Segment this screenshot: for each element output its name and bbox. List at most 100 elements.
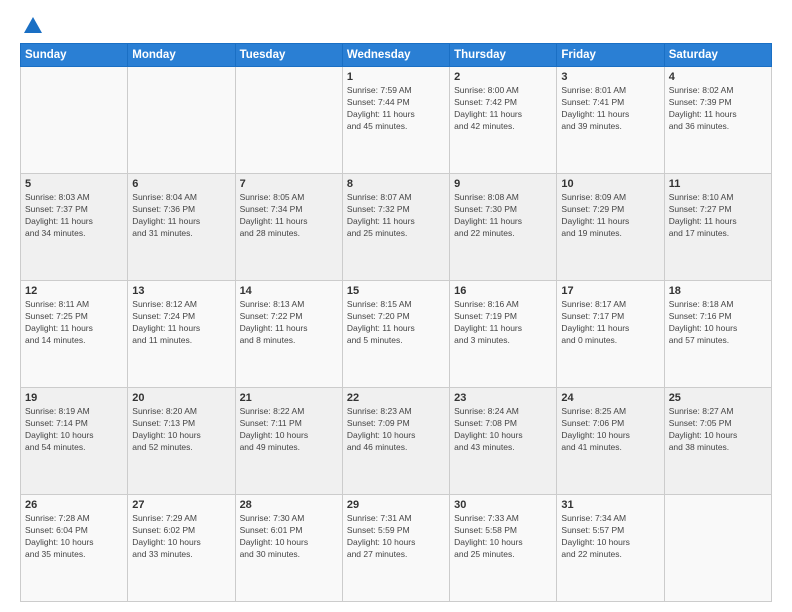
day-info: Sunrise: 8:05 AMSunset: 7:34 PMDaylight:… — [240, 192, 338, 240]
calendar-cell: 14 Sunrise: 8:13 AMSunset: 7:22 PMDayligh… — [235, 281, 342, 388]
calendar-cell: 1 Sunrise: 7:59 AMSunset: 7:44 PMDaylight… — [342, 67, 449, 174]
day-number: 29 — [347, 499, 445, 511]
day-info: Sunrise: 8:18 AMSunset: 7:16 PMDaylight:… — [669, 299, 767, 347]
week-row-5: 26Sunrise: 7:28 AMSunset: 6:04 PMDayligh… — [21, 495, 772, 602]
week-row-3: 12 Sunrise: 8:11 AMSunset: 7:25 PMDayligh… — [21, 281, 772, 388]
calendar-page: SundayMondayTuesdayWednesdayThursdayFrid… — [0, 0, 792, 612]
day-info: Sunrise: 8:09 AMSunset: 7:29 PMDaylight:… — [561, 192, 659, 240]
day-info: Sunrise: 7:29 AMSunset: 6:02 PMDaylight:… — [132, 513, 230, 561]
day-number: 31 — [561, 499, 659, 511]
day-info: Sunrise: 7:31 AMSunset: 5:59 PMDaylight:… — [347, 513, 445, 561]
day-header-tuesday: Tuesday — [235, 44, 342, 67]
day-number: 28 — [240, 499, 338, 511]
calendar-cell: 27 Sunrise: 7:29 AMSunset: 6:02 PMDayligh… — [128, 495, 235, 602]
day-number: 1 — [347, 71, 445, 83]
day-info: Sunrise: 8:15 AMSunset: 7:20 PMDaylight:… — [347, 299, 445, 347]
day-info: Sunrise: 8:13 AMSunset: 7:22 PMDaylight:… — [240, 299, 338, 347]
calendar-cell: 25Sunrise: 8:27 AMSunset: 7:05 PMDayligh… — [664, 388, 771, 495]
calendar-cell: 2Sunrise: 8:00 AMSunset: 7:42 PMDaylight… — [450, 67, 557, 174]
week-row-1: 1 Sunrise: 7:59 AMSunset: 7:44 PMDaylight… — [21, 67, 772, 174]
day-number: 6 — [132, 178, 230, 190]
day-number: 21 — [240, 392, 338, 404]
day-header-sunday: Sunday — [21, 44, 128, 67]
day-info: Sunrise: 8:10 AMSunset: 7:27 PMDaylight:… — [669, 192, 767, 240]
calendar-cell: 7 Sunrise: 8:05 AMSunset: 7:34 PMDaylight… — [235, 174, 342, 281]
day-header-thursday: Thursday — [450, 44, 557, 67]
day-number: 14 — [240, 285, 338, 297]
calendar-cell: 9Sunrise: 8:08 AMSunset: 7:30 PMDaylight… — [450, 174, 557, 281]
day-info: Sunrise: 8:22 AMSunset: 7:11 PMDaylight:… — [240, 406, 338, 454]
calendar-cell: 8Sunrise: 8:07 AMSunset: 7:32 PMDaylight… — [342, 174, 449, 281]
day-number: 7 — [240, 178, 338, 190]
day-info: Sunrise: 8:08 AMSunset: 7:30 PMDaylight:… — [454, 192, 552, 240]
day-number: 12 — [25, 285, 123, 297]
week-row-4: 19Sunrise: 8:19 AMSunset: 7:14 PMDayligh… — [21, 388, 772, 495]
day-number: 19 — [25, 392, 123, 404]
calendar-cell: 21 Sunrise: 8:22 AMSunset: 7:11 PMDayligh… — [235, 388, 342, 495]
day-number: 4 — [669, 71, 767, 83]
calendar-cell: 13 Sunrise: 8:12 AMSunset: 7:24 PMDayligh… — [128, 281, 235, 388]
day-info: Sunrise: 8:16 AMSunset: 7:19 PMDaylight:… — [454, 299, 552, 347]
calendar-cell: 30 Sunrise: 7:33 AMSunset: 5:58 PMDayligh… — [450, 495, 557, 602]
day-number: 18 — [669, 285, 767, 297]
day-info: Sunrise: 7:28 AMSunset: 6:04 PMDaylight:… — [25, 513, 123, 561]
calendar-cell: 19Sunrise: 8:19 AMSunset: 7:14 PMDayligh… — [21, 388, 128, 495]
day-info: Sunrise: 8:12 AMSunset: 7:24 PMDaylight:… — [132, 299, 230, 347]
day-info: Sunrise: 8:07 AMSunset: 7:32 PMDaylight:… — [347, 192, 445, 240]
day-info: Sunrise: 8:04 AMSunset: 7:36 PMDaylight:… — [132, 192, 230, 240]
day-number: 22 — [347, 392, 445, 404]
day-number: 10 — [561, 178, 659, 190]
calendar-cell: 28 Sunrise: 7:30 AMSunset: 6:01 PMDayligh… — [235, 495, 342, 602]
calendar-cell: 31 Sunrise: 7:34 AMSunset: 5:57 PMDayligh… — [557, 495, 664, 602]
day-info: Sunrise: 7:59 AMSunset: 7:44 PMDaylight:… — [347, 85, 445, 133]
day-header-friday: Friday — [557, 44, 664, 67]
day-number: 30 — [454, 499, 552, 511]
day-number: 24 — [561, 392, 659, 404]
calendar-cell: 26Sunrise: 7:28 AMSunset: 6:04 PMDayligh… — [21, 495, 128, 602]
day-header-saturday: Saturday — [664, 44, 771, 67]
week-row-2: 5 Sunrise: 8:03 AMSunset: 7:37 PMDaylight… — [21, 174, 772, 281]
calendar-cell: 20 Sunrise: 8:20 AMSunset: 7:13 PMDayligh… — [128, 388, 235, 495]
day-info: Sunrise: 8:25 AMSunset: 7:06 PMDaylight:… — [561, 406, 659, 454]
day-info: Sunrise: 8:27 AMSunset: 7:05 PMDaylight:… — [669, 406, 767, 454]
calendar-cell — [664, 495, 771, 602]
calendar-cell: 6 Sunrise: 8:04 AMSunset: 7:36 PMDaylight… — [128, 174, 235, 281]
calendar-cell: 23Sunrise: 8:24 AMSunset: 7:08 PMDayligh… — [450, 388, 557, 495]
day-info: Sunrise: 7:34 AMSunset: 5:57 PMDaylight:… — [561, 513, 659, 561]
calendar-cell: 24 Sunrise: 8:25 AMSunset: 7:06 PMDayligh… — [557, 388, 664, 495]
day-number: 15 — [347, 285, 445, 297]
day-header-wednesday: Wednesday — [342, 44, 449, 67]
calendar: SundayMondayTuesdayWednesdayThursdayFrid… — [20, 43, 772, 602]
calendar-cell: 16 Sunrise: 8:16 AMSunset: 7:19 PMDayligh… — [450, 281, 557, 388]
day-number: 20 — [132, 392, 230, 404]
day-header-monday: Monday — [128, 44, 235, 67]
calendar-cell: 29 Sunrise: 7:31 AMSunset: 5:59 PMDayligh… — [342, 495, 449, 602]
calendar-cell — [21, 67, 128, 174]
day-number: 27 — [132, 499, 230, 511]
calendar-cell: 18 Sunrise: 8:18 AMSunset: 7:16 PMDayligh… — [664, 281, 771, 388]
calendar-cell: 5 Sunrise: 8:03 AMSunset: 7:37 PMDaylight… — [21, 174, 128, 281]
calendar-cell — [235, 67, 342, 174]
logo — [20, 15, 44, 33]
day-info: Sunrise: 7:33 AMSunset: 5:58 PMDaylight:… — [454, 513, 552, 561]
day-number: 3 — [561, 71, 659, 83]
calendar-cell: 17Sunrise: 8:17 AMSunset: 7:17 PMDayligh… — [557, 281, 664, 388]
day-info: Sunrise: 7:30 AMSunset: 6:01 PMDaylight:… — [240, 513, 338, 561]
calendar-cell: 3 Sunrise: 8:01 AMSunset: 7:41 PMDaylight… — [557, 67, 664, 174]
day-info: Sunrise: 8:11 AMSunset: 7:25 PMDaylight:… — [25, 299, 123, 347]
day-info: Sunrise: 8:20 AMSunset: 7:13 PMDaylight:… — [132, 406, 230, 454]
day-info: Sunrise: 8:03 AMSunset: 7:37 PMDaylight:… — [25, 192, 123, 240]
calendar-cell: 4Sunrise: 8:02 AMSunset: 7:39 PMDaylight… — [664, 67, 771, 174]
day-number: 13 — [132, 285, 230, 297]
days-header-row: SundayMondayTuesdayWednesdayThursdayFrid… — [21, 44, 772, 67]
day-number: 16 — [454, 285, 552, 297]
calendar-cell: 11Sunrise: 8:10 AMSunset: 7:27 PMDayligh… — [664, 174, 771, 281]
header — [20, 15, 772, 33]
day-info: Sunrise: 8:17 AMSunset: 7:17 PMDaylight:… — [561, 299, 659, 347]
day-info: Sunrise: 8:00 AMSunset: 7:42 PMDaylight:… — [454, 85, 552, 133]
calendar-cell: 15 Sunrise: 8:15 AMSunset: 7:20 PMDayligh… — [342, 281, 449, 388]
calendar-cell — [128, 67, 235, 174]
day-info: Sunrise: 8:23 AMSunset: 7:09 PMDaylight:… — [347, 406, 445, 454]
day-info: Sunrise: 8:01 AMSunset: 7:41 PMDaylight:… — [561, 85, 659, 133]
day-number: 5 — [25, 178, 123, 190]
